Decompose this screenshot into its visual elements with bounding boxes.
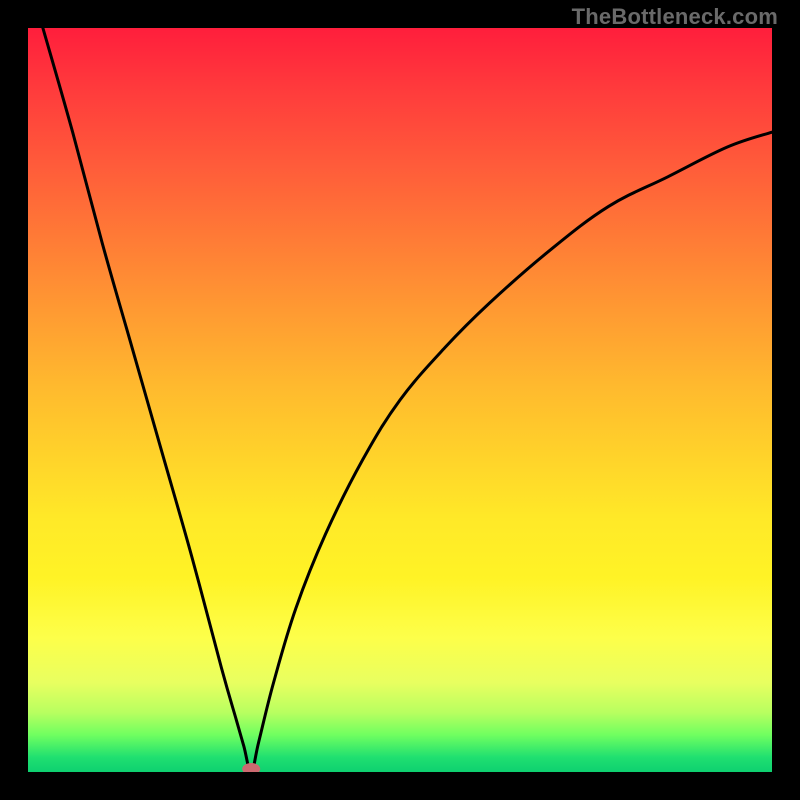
chart-container: TheBottleneck.com xyxy=(0,0,800,800)
optimum-marker xyxy=(242,763,260,772)
bottleneck-curve-svg xyxy=(28,28,772,772)
plot-area xyxy=(28,28,772,772)
bottleneck-curve xyxy=(43,28,772,772)
watermark-text: TheBottleneck.com xyxy=(572,4,778,30)
